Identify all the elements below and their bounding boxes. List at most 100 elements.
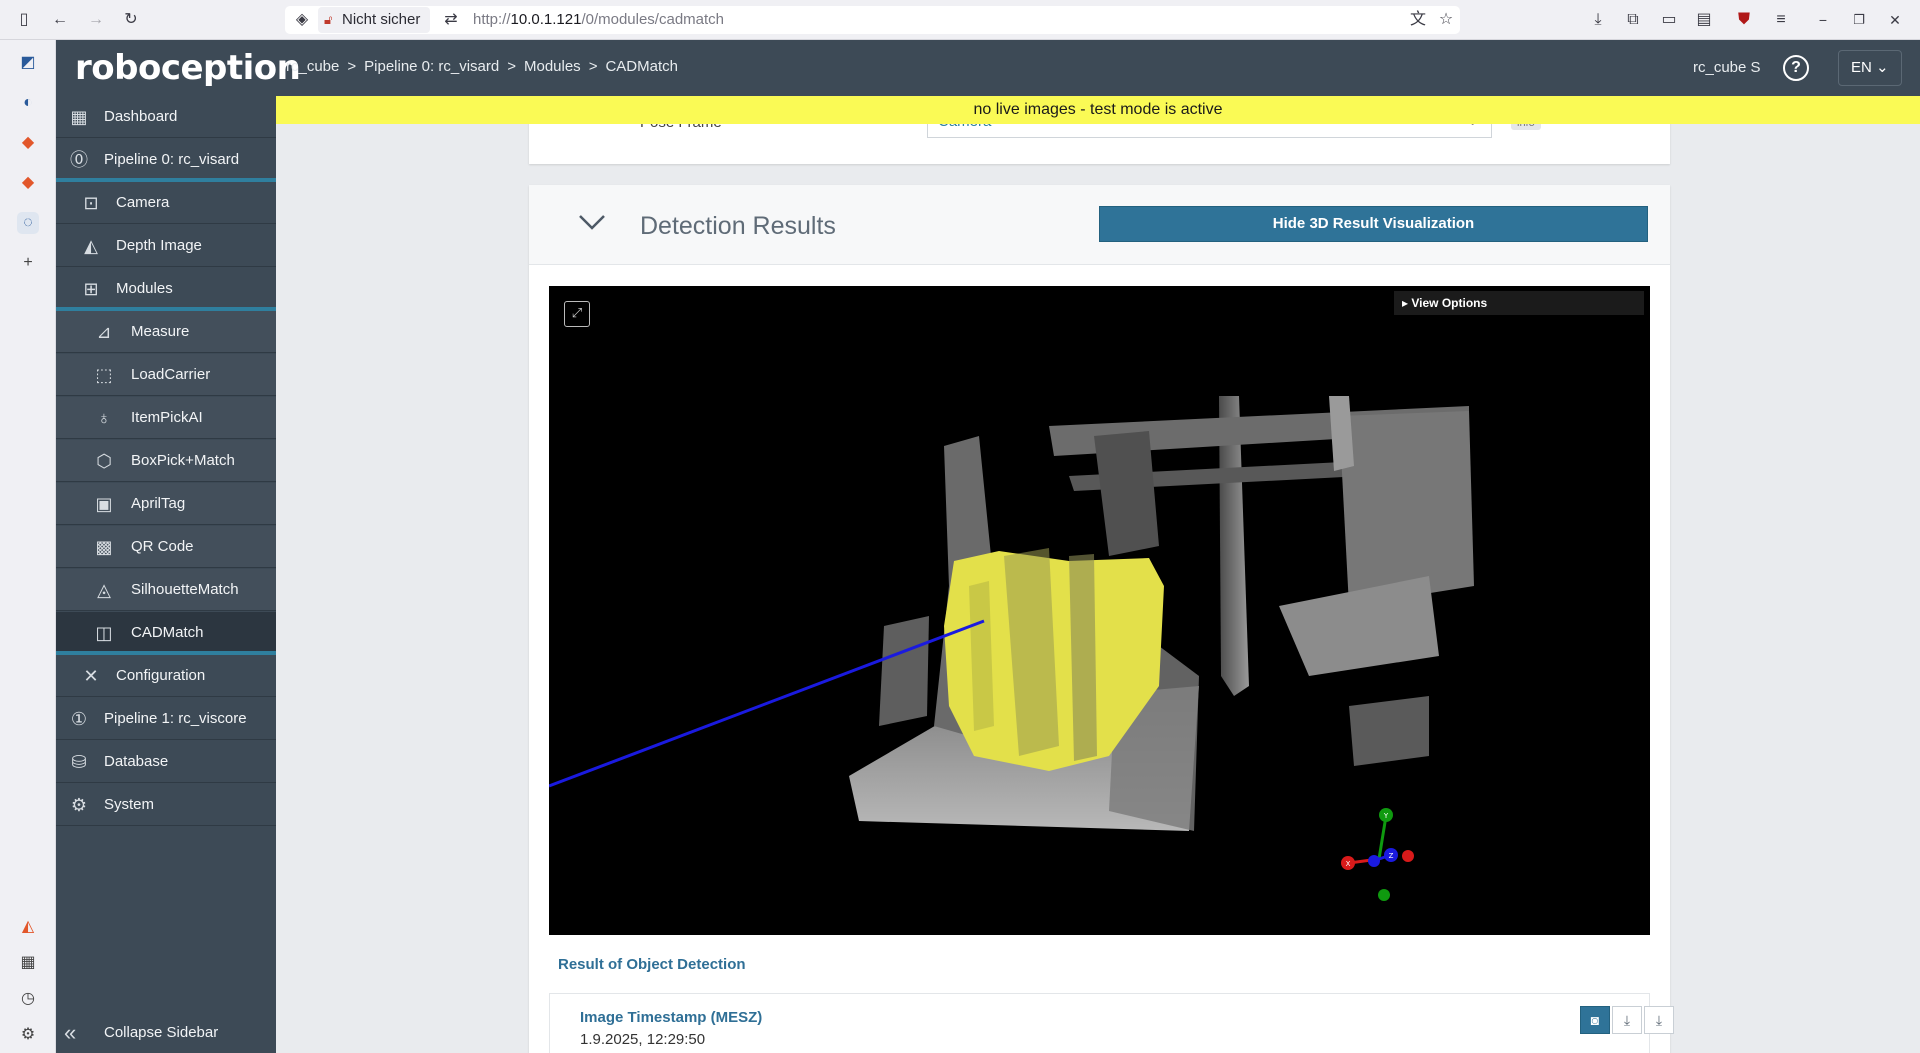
device-name: rc_cube S: [1693, 59, 1761, 76]
svg-text:X: X: [1346, 860, 1351, 868]
database-icon: ⛁: [71, 752, 87, 772]
axis-neg-x-marker[interactable]: [1402, 850, 1414, 862]
pipeline-0-icon: ⓪: [70, 150, 88, 170]
download-icon: ⤓: [1623, 1012, 1631, 1028]
sidebar-item-itempickai[interactable]: ♁ ItemPickAI: [56, 397, 276, 439]
extensions-icon[interactable]: ⧉: [1623, 10, 1643, 30]
breadcrumb: rc_cube > Pipeline 0: rc_visard > Modules > CA…: [286, 58, 678, 75]
bookmark-star-icon[interactable]: ☆: [1436, 10, 1456, 30]
configuration-icon: ✕: [83, 666, 99, 686]
sidebar-app-icon[interactable]: ▦: [17, 952, 39, 974]
qr-code-icon: ▩: [95, 537, 113, 557]
logo[interactable]: roboception: [75, 48, 301, 88]
app-sidebar: ▦ Dashboard ⓪ Pipeline 0: rc_visard ⊡ Camer…: [56, 96, 276, 1053]
sidebar-item-apriltag[interactable]: ▣ AprilTag: [56, 483, 276, 525]
chevron-down-icon: ⌄: [1876, 59, 1889, 76]
breadcrumb-item[interactable]: rc_cube: [286, 58, 339, 75]
download-alt-button[interactable]: ⤓: [1644, 1006, 1674, 1034]
sidebar-item-silhouettematch[interactable]: ◬ SilhouetteMatch: [56, 569, 276, 611]
detection-results-header: Detection Results Hide 3D Result Visuali…: [529, 185, 1670, 265]
detection-results-title: Detection Results: [640, 212, 836, 240]
add-icon[interactable]: +: [17, 252, 39, 274]
download-button[interactable]: ⤓: [1612, 1006, 1642, 1034]
silhouettematch-icon: ◬: [97, 580, 111, 600]
camera-snapshot-button[interactable]: ◙: [1580, 1006, 1610, 1034]
sidebar-item-pipeline-0[interactable]: ⓪ Pipeline 0: rc_visard: [56, 139, 276, 182]
sidebar-item-boxpick-match[interactable]: ⬡ BoxPick+Match: [56, 440, 276, 482]
timestamp-value: 1.9.2025, 12:29:50: [580, 1031, 706, 1048]
sidebar-item-pipeline-1[interactable]: ① Pipeline 1: rc_viscore: [56, 698, 276, 740]
breadcrumb-item[interactable]: Modules: [524, 58, 581, 75]
ublock-icon[interactable]: ⛊: [1734, 10, 1754, 30]
language-select[interactable]: EN ⌄: [1838, 50, 1902, 86]
security-indicator[interactable]: 🔓︎ Nicht sicher: [318, 7, 431, 33]
sidebar-toggle-icon[interactable]: ▯: [14, 10, 34, 30]
collapse-sidebar-button[interactable]: « Collapse Sidebar: [56, 1012, 276, 1053]
back-icon[interactable]: ←: [50, 10, 70, 30]
svg-text:Z: Z: [1389, 852, 1394, 860]
url-bar[interactable]: [285, 6, 1460, 34]
sidebar-item-dashboard[interactable]: ▦ Dashboard: [56, 96, 276, 138]
forward-icon[interactable]: →: [86, 10, 106, 30]
help-button[interactable]: ?: [1783, 55, 1809, 81]
axis-neg-y-marker[interactable]: [1378, 889, 1390, 901]
svg-text:Y: Y: [1383, 812, 1389, 820]
settings-icon[interactable]: ⚙: [17, 1024, 39, 1046]
sidebar-app-icon[interactable]: ◩: [17, 52, 39, 74]
3d-viewer[interactable]: Y X Z ⤢ ▸ View Options: [549, 286, 1650, 935]
container-icon[interactable]: ▭: [1659, 10, 1679, 30]
history-icon[interactable]: ◷: [17, 988, 39, 1010]
sidebar-item-qr-code[interactable]: ▩ QR Code: [56, 526, 276, 568]
camera-icon: ⊡: [83, 193, 99, 213]
point-cloud-scene: Y X Z: [549, 396, 1474, 901]
sidebar-item-modules[interactable]: ⊞ Modules: [56, 268, 276, 311]
reload-icon[interactable]: ↻: [121, 10, 141, 30]
downloads-icon[interactable]: ⤓: [1588, 10, 1608, 30]
modules-icon: ⊞: [83, 279, 99, 299]
browser-sidebar: ◩ ◐ ◆ ◆ ◌ + ◭ ▦ ◷ ⚙: [0, 40, 56, 1053]
cadmatch-icon: ◫: [95, 623, 113, 643]
main-content: Pose Frame Camera⌄ info Detection Result…: [276, 96, 1920, 1053]
timestamp-label: Image Timestamp (MESZ): [580, 1009, 763, 1026]
sidebar-item-system[interactable]: ⚙ System: [56, 784, 276, 826]
axis-neg-z-marker[interactable]: [1368, 855, 1380, 867]
shield-icon[interactable]: ◈: [292, 10, 312, 30]
hide-3d-visualization-button[interactable]: Hide 3D Result Visualization: [1099, 206, 1648, 242]
sidebar-app-icon[interactable]: ◭: [17, 916, 39, 938]
fullscreen-icon[interactable]: ⤢: [564, 301, 590, 327]
translate-icon[interactable]: 文: [1408, 10, 1428, 30]
breadcrumb-item[interactable]: Pipeline 0: rc_visard: [364, 58, 499, 75]
restore-icon[interactable]: ❐: [1849, 10, 1869, 30]
permissions-icon[interactable]: ⇄: [441, 10, 461, 30]
camera-icon: ◙: [1590, 1012, 1600, 1028]
boxpick-icon: ⬡: [96, 451, 112, 471]
sidebar-item-camera[interactable]: ⊡ Camera: [56, 182, 276, 224]
menu-icon[interactable]: ≡: [1771, 10, 1791, 30]
minimize-icon[interactable]: −: [1813, 10, 1833, 30]
depth-image-icon: ◭: [84, 236, 98, 256]
caret-right-icon: ▸: [1402, 296, 1409, 310]
gitlab-icon[interactable]: ◆: [17, 172, 39, 194]
active-tab-icon[interactable]: ◌: [17, 212, 39, 234]
sidebar-item-database[interactable]: ⛁ Database: [56, 741, 276, 783]
view-options-toggle[interactable]: ▸ View Options: [1394, 291, 1644, 315]
sidebar-item-depth-image[interactable]: ◭ Depth Image: [56, 225, 276, 267]
sidebar-item-loadcarrier[interactable]: ⬚ LoadCarrier: [56, 354, 276, 396]
reader-view-icon[interactable]: ▤: [1694, 10, 1714, 30]
pipeline-1-icon: ①: [70, 709, 88, 729]
close-window-icon[interactable]: ✕: [1885, 10, 1905, 30]
sidebar-item-configuration[interactable]: ✕ Configuration: [56, 655, 276, 697]
insecure-lock-icon: 🔓︎: [324, 12, 333, 27]
gitlab-icon[interactable]: ◆: [17, 132, 39, 154]
app-header: roboception rc_cube > Pipeline 0: rc_visar…: [56, 40, 1920, 96]
image-timestamp-panel: Image Timestamp (MESZ) 1.9.2025, 12:29:5…: [549, 993, 1674, 1053]
sidebar-item-measure[interactable]: ⊿ Measure: [56, 311, 276, 353]
sidebar-app-icon[interactable]: ◐: [17, 92, 39, 114]
axis-gizmo[interactable]: Y X Z: [1341, 808, 1414, 901]
result-of-object-detection-heading: Result of Object Detection: [558, 956, 746, 973]
collapse-chevron-icon[interactable]: [577, 207, 607, 237]
url-text[interactable]: http://10.0.1.121/0/modules/cadmatch: [473, 7, 724, 33]
download-icon: ⤓: [1655, 1012, 1663, 1028]
system-gear-icon: ⚙: [70, 795, 88, 815]
sidebar-item-cadmatch[interactable]: ◫ CADMatch: [56, 612, 276, 655]
